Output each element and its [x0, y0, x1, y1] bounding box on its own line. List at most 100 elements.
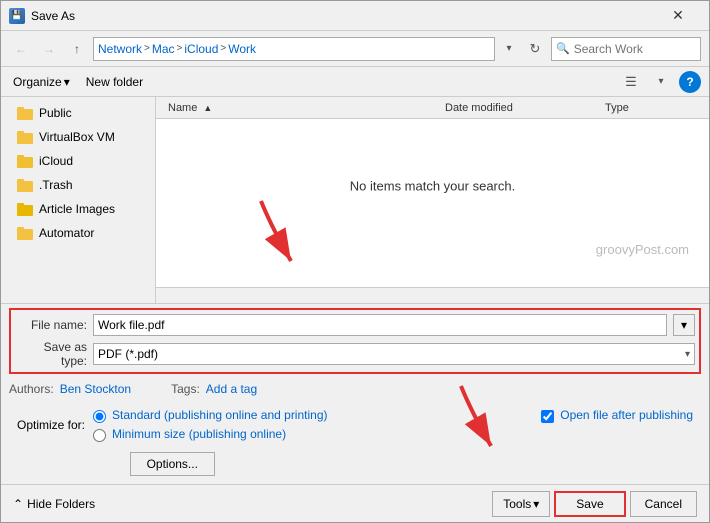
options-button[interactable]: Options... [130, 452, 215, 476]
breadcrumb-work[interactable]: Work [228, 42, 256, 56]
empty-message: No items match your search. [350, 179, 515, 194]
breadcrumb-mac[interactable]: Mac [152, 42, 175, 56]
sidebar-item-label: Public [39, 106, 72, 120]
sidebar-item-label: VirtualBox VM [39, 130, 115, 144]
view-button[interactable]: ☰ [619, 70, 643, 94]
save-as-label: Save as type: [15, 340, 87, 368]
dialog-icon: 💾 [9, 8, 25, 24]
col-type-header[interactable]: Type [601, 100, 701, 116]
address-bar: ← → ↑ Network > Mac > iCloud > Work ▾ ↻ … [1, 31, 709, 67]
sort-arrow: ▲ [203, 103, 212, 113]
radio-group: Standard (publishing online and printing… [93, 408, 327, 442]
organize-button[interactable]: Organize ▾ [9, 73, 74, 91]
file-name-dropdown[interactable]: ▾ [673, 314, 695, 336]
tags-group: Tags: Add a tag [171, 382, 257, 396]
file-form-highlight: File name: ▾ Save as type: PDF (*.pdf) ▾ [9, 308, 701, 374]
radio-minimum-input[interactable] [93, 429, 106, 442]
sidebar-item-icloud[interactable]: iCloud [1, 149, 155, 173]
content-area: Name ▲ Date modified Type No items match… [156, 97, 709, 303]
back-button[interactable]: ← [9, 37, 33, 61]
radio-minimum: Minimum size (publishing online) [93, 427, 327, 442]
radio-standard-input[interactable] [93, 410, 106, 423]
dialog-title: Save As [31, 9, 655, 23]
authors-label: Authors: [9, 382, 54, 396]
tools-button[interactable]: Tools ▾ [492, 491, 550, 517]
folder-icon [17, 155, 33, 168]
breadcrumb-sep1: > [144, 43, 150, 54]
radio-minimum-label[interactable]: Minimum size (publishing online) [112, 427, 286, 441]
tags-label: Tags: [171, 382, 200, 396]
action-bar: ⌃ Hide Folders Tools ▾ Save Cancel [1, 484, 709, 522]
up-button[interactable]: ↑ [65, 37, 89, 61]
file-form-section: File name: ▾ Save as type: PDF (*.pdf) ▾ [1, 303, 709, 378]
radio-standard: Standard (publishing online and printing… [93, 408, 327, 423]
sidebar-item-virtualbox[interactable]: VirtualBox VM [1, 125, 155, 149]
open-file-label[interactable]: Open file after publishing [560, 408, 693, 422]
col-date-header[interactable]: Date modified [441, 100, 601, 116]
breadcrumb-dropdown[interactable]: ▾ [499, 37, 519, 61]
file-name-row: File name: ▾ [15, 314, 695, 336]
optimize-label: Optimize for: [17, 418, 85, 432]
save-as-type-row: Save as type: PDF (*.pdf) ▾ [15, 340, 695, 368]
horizontal-scrollbar[interactable] [156, 287, 709, 303]
hide-folders-label: Hide Folders [27, 497, 95, 511]
optimize-right: Open file after publishing [541, 408, 693, 476]
toolbar: Organize ▾ New folder ☰ ▾ ? [1, 67, 709, 97]
authors-group: Authors: Ben Stockton [9, 382, 131, 396]
save-button[interactable]: Save [554, 491, 625, 517]
new-folder-label: New folder [86, 75, 143, 89]
help-button[interactable]: ? [679, 71, 701, 93]
breadcrumb-icloud[interactable]: iCloud [184, 42, 218, 56]
close-button[interactable]: ✕ [655, 1, 701, 31]
hide-folders-icon: ⌃ [13, 497, 23, 511]
watermark: groovyPost.com [596, 242, 689, 257]
tags-value[interactable]: Add a tag [206, 382, 257, 396]
search-input[interactable] [574, 42, 710, 56]
open-file-checkbox[interactable] [541, 410, 554, 423]
content-header: Name ▲ Date modified Type [156, 97, 709, 119]
forward-button[interactable]: → [37, 37, 61, 61]
refresh-button[interactable]: ↻ [523, 37, 547, 61]
open-file-checkbox-row: Open file after publishing [541, 408, 693, 423]
sidebar-item-label: .Trash [39, 178, 73, 192]
folder-icon [17, 179, 33, 192]
file-name-label: File name: [15, 318, 87, 332]
main-area: Public VirtualBox VM iCloud .Trash Artic… [1, 97, 709, 303]
new-folder-button[interactable]: New folder [82, 73, 147, 91]
tools-arrow-icon: ▾ [533, 497, 539, 511]
breadcrumb-network[interactable]: Network [98, 42, 142, 56]
sidebar-item-trash[interactable]: .Trash [1, 173, 155, 197]
save-as-dialog: 💾 Save As ✕ ← → ↑ Network > Mac > iCloud… [0, 0, 710, 523]
sidebar-item-label: Automator [39, 226, 94, 240]
radio-standard-label[interactable]: Standard (publishing online and printing… [112, 408, 327, 422]
meta-row: Authors: Ben Stockton Tags: Add a tag [1, 378, 709, 400]
sidebar-item-label: Article Images [39, 202, 115, 216]
optimize-area: Optimize for: Standard (publishing onlin… [1, 400, 709, 484]
sidebar-item-article-images[interactable]: Article Images [1, 197, 155, 221]
search-box[interactable]: 🔍 [551, 37, 701, 61]
organize-label: Organize [13, 75, 62, 89]
file-name-input[interactable] [93, 314, 667, 336]
folder-icon [17, 107, 33, 120]
hide-folders-button[interactable]: ⌃ Hide Folders [13, 497, 95, 511]
col-name-header[interactable]: Name ▲ [164, 100, 441, 116]
content-body: No items match your search. groovyPost.c… [156, 119, 709, 287]
organize-arrow: ▾ [64, 75, 70, 89]
optimize-label-row: Optimize for: Standard (publishing onlin… [17, 408, 328, 442]
save-as-dropdown[interactable]: PDF (*.pdf) ▾ [93, 343, 695, 365]
folder-icon [17, 131, 33, 144]
sidebar-item-label: iCloud [39, 154, 73, 168]
sidebar-item-public[interactable]: Public [1, 101, 155, 125]
optimize-left: Optimize for: Standard (publishing onlin… [17, 408, 328, 476]
breadcrumb-sep2: > [177, 43, 183, 54]
title-bar: 💾 Save As ✕ [1, 1, 709, 31]
authors-value[interactable]: Ben Stockton [60, 382, 131, 396]
sidebar: Public VirtualBox VM iCloud .Trash Artic… [1, 97, 156, 303]
cancel-button[interactable]: Cancel [630, 491, 697, 517]
view-dropdown[interactable]: ▾ [651, 70, 671, 94]
breadcrumb[interactable]: Network > Mac > iCloud > Work [93, 37, 495, 61]
folder-icon [17, 227, 33, 240]
tools-label: Tools [503, 497, 531, 511]
search-icon: 🔍 [556, 42, 570, 55]
sidebar-item-automator[interactable]: Automator [1, 221, 155, 245]
